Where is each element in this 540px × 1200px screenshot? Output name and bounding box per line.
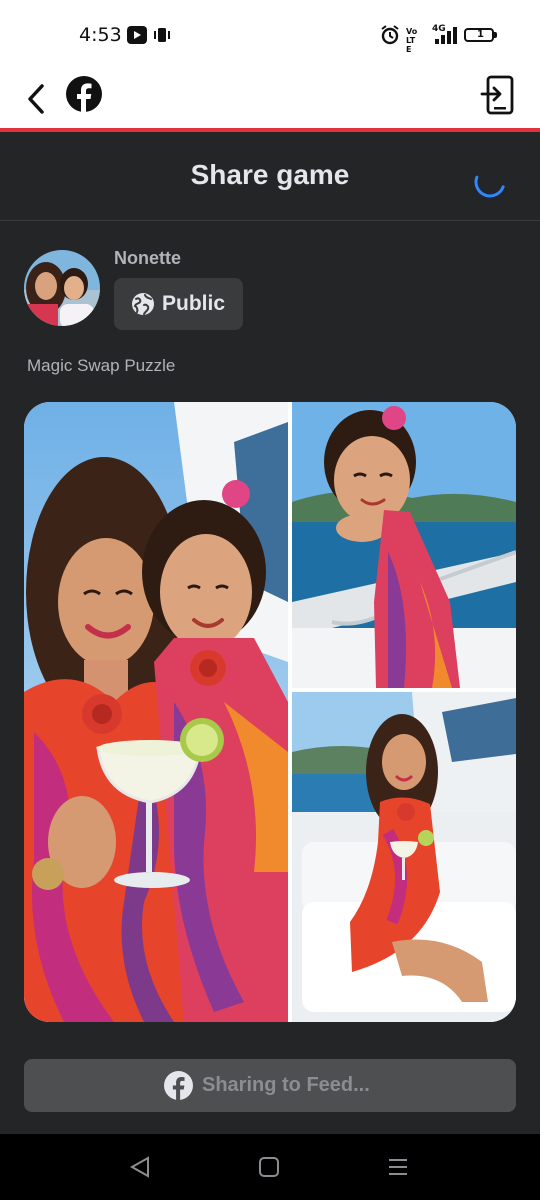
loading-spinner-icon	[474, 175, 505, 198]
nav-home-icon[interactable]	[258, 1156, 280, 1178]
privacy-selector-button[interactable]: Public	[114, 278, 243, 330]
avatar	[24, 250, 100, 326]
status-time: 4:53	[79, 24, 122, 46]
nav-recents-icon[interactable]	[386, 1157, 410, 1177]
network-type: 4G	[432, 24, 446, 34]
top-right-photo	[292, 402, 516, 688]
facebook-icon	[164, 1071, 193, 1100]
page-title: Share game	[190, 159, 350, 190]
volte-icon: Vo LTE	[406, 27, 418, 54]
battery-level: 1	[477, 29, 484, 40]
share-to-feed-button[interactable]: Sharing to Feed...	[24, 1059, 516, 1112]
battery-tip	[494, 32, 497, 38]
media-player-icon	[127, 26, 147, 44]
alarm-icon	[381, 25, 399, 45]
nav-back-icon[interactable]	[128, 1156, 152, 1178]
system-nav-bar	[0, 1134, 540, 1200]
left-large-photo	[24, 402, 288, 1022]
bottom-right-photo	[292, 692, 516, 1022]
vibrate-icon	[154, 28, 170, 42]
avatar-photo	[24, 250, 100, 326]
status-bar: 4:53 Vo LTE 4G 1	[0, 0, 540, 70]
facebook-logo-icon	[66, 76, 102, 112]
app-bar	[0, 70, 540, 128]
globe-icon	[132, 293, 154, 315]
share-button-label: Sharing to Feed...	[202, 1074, 370, 1096]
sheet-header: Share game	[0, 132, 540, 221]
privacy-label: Public	[162, 292, 226, 315]
exit-app-icon[interactable]	[480, 74, 516, 118]
game-collage-image	[24, 402, 516, 1022]
battery-icon: 1	[464, 28, 494, 42]
game-name: Magic Swap Puzzle	[27, 356, 176, 375]
user-name: Nonette	[114, 248, 181, 268]
back-arrow-icon[interactable]	[22, 78, 52, 120]
